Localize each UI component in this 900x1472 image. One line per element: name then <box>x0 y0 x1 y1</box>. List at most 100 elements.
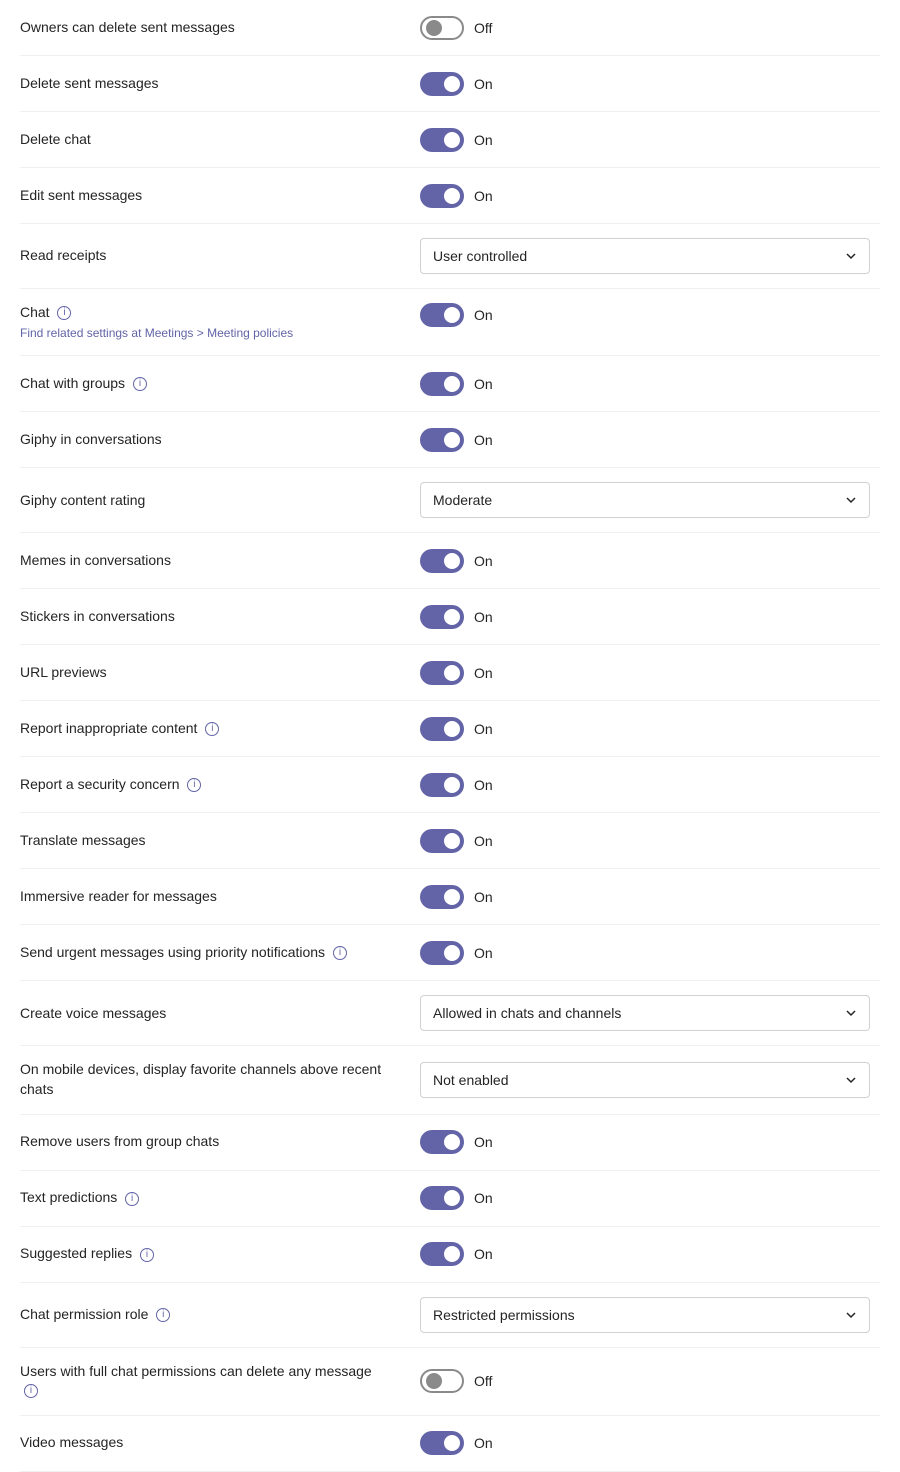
setting-label-chat-groups: Chat with groups i <box>20 374 390 394</box>
setting-control-report-inappropriate: On <box>420 717 880 741</box>
setting-label-delete-sent: Delete sent messages <box>20 74 390 94</box>
setting-control-stickers: On <box>420 605 880 629</box>
setting-control-mobile-favorite-channels: Not enabledEnabled <box>420 1062 880 1098</box>
toggle-state-chat: On <box>474 307 493 323</box>
toggle-owners-delete[interactable] <box>420 16 464 40</box>
setting-label-memes: Memes in conversations <box>20 551 390 571</box>
setting-control-edit-sent: On <box>420 184 880 208</box>
setting-row-report-security: Report a security concern iOn <box>20 757 880 813</box>
setting-label-edit-sent: Edit sent messages <box>20 186 390 206</box>
info-icon-full-chat-delete[interactable]: i <box>24 1384 38 1398</box>
setting-label-owners-delete: Owners can delete sent messages <box>20 18 390 38</box>
toggle-text-predictions[interactable] <box>420 1186 464 1210</box>
toggle-translate-messages[interactable] <box>420 829 464 853</box>
setting-label-immersive-reader: Immersive reader for messages <box>20 887 390 907</box>
setting-label-chat-permission-role: Chat permission role i <box>20 1305 390 1325</box>
toggle-video-messages[interactable] <box>420 1431 464 1455</box>
setting-control-create-voice: Allowed in chats and channelsNot allowed… <box>420 995 880 1031</box>
setting-label-delete-chat: Delete chat <box>20 130 390 150</box>
toggle-giphy-conversations[interactable] <box>420 428 464 452</box>
toggle-full-chat-delete[interactable] <box>420 1369 464 1393</box>
dropdown-read-receipts[interactable]: User controlledOnOff <box>420 238 870 274</box>
toggle-report-inappropriate[interactable] <box>420 717 464 741</box>
setting-control-chat-permission-role: Restricted permissionsFull permissionsLi… <box>420 1297 880 1333</box>
info-icon-chat-groups[interactable]: i <box>133 377 147 391</box>
setting-row-chat: Chat iFind related settings at Meetings … <box>20 289 880 356</box>
setting-label-urgent-messages: Send urgent messages using priority noti… <box>20 943 390 963</box>
toggle-state-remove-users: On <box>474 1134 493 1150</box>
toggle-immersive-reader[interactable] <box>420 885 464 909</box>
toggle-state-translate-messages: On <box>474 833 493 849</box>
setting-control-giphy-conversations: On <box>420 428 880 452</box>
toggle-chat-groups[interactable] <box>420 372 464 396</box>
setting-label-mobile-favorite-channels: On mobile devices, display favorite chan… <box>20 1060 390 1099</box>
toggle-url-previews[interactable] <box>420 661 464 685</box>
toggle-delete-chat[interactable] <box>420 128 464 152</box>
settings-container: Owners can delete sent messages Off Delete… <box>0 0 900 1472</box>
setting-control-report-security: On <box>420 773 880 797</box>
setting-control-chat: On <box>420 303 880 327</box>
info-icon-text-predictions[interactable]: i <box>125 1192 139 1206</box>
toggle-state-owners-delete: Off <box>474 20 492 36</box>
setting-label-url-previews: URL previews <box>20 663 390 683</box>
toggle-state-memes: On <box>474 553 493 569</box>
toggle-delete-sent[interactable] <box>420 72 464 96</box>
info-icon-chat-permission-role[interactable]: i <box>156 1308 170 1322</box>
toggle-state-report-inappropriate: On <box>474 721 493 737</box>
setting-label-stickers: Stickers in conversations <box>20 607 390 627</box>
toggle-state-delete-sent: On <box>474 76 493 92</box>
setting-row-owners-delete: Owners can delete sent messages Off <box>20 0 880 56</box>
setting-row-text-predictions: Text predictions i On <box>20 1171 880 1227</box>
setting-row-edit-sent: Edit sent messages On <box>20 168 880 224</box>
setting-control-immersive-reader: On <box>420 885 880 909</box>
toggle-state-report-security: On <box>474 777 493 793</box>
setting-control-translate-messages: On <box>420 829 880 853</box>
setting-label-create-voice: Create voice messages <box>20 1004 390 1024</box>
setting-label-text-predictions: Text predictions i <box>20 1188 390 1208</box>
setting-control-owners-delete: Off <box>420 16 880 40</box>
setting-row-url-previews: URL previewsOn <box>20 645 880 701</box>
setting-label-read-receipts: Read receipts <box>20 246 390 266</box>
info-icon-suggested-replies[interactable]: i <box>140 1248 154 1262</box>
setting-row-mobile-favorite-channels: On mobile devices, display favorite chan… <box>20 1046 880 1114</box>
dropdown-mobile-favorite-channels[interactable]: Not enabledEnabled <box>420 1062 870 1098</box>
setting-label-report-inappropriate: Report inappropriate content i <box>20 719 390 739</box>
setting-row-translate-messages: Translate messagesOn <box>20 813 880 869</box>
toggle-stickers[interactable] <box>420 605 464 629</box>
info-icon-report-security[interactable]: i <box>187 778 201 792</box>
toggle-edit-sent[interactable] <box>420 184 464 208</box>
setting-row-report-inappropriate: Report inappropriate content i On <box>20 701 880 757</box>
setting-label-remove-users: Remove users from group chats <box>20 1132 390 1152</box>
setting-control-read-receipts: User controlledOnOff <box>420 238 880 274</box>
info-icon-urgent-messages[interactable]: i <box>333 946 347 960</box>
info-icon-report-inappropriate[interactable]: i <box>205 722 219 736</box>
setting-control-chat-groups: On <box>420 372 880 396</box>
toggle-urgent-messages[interactable] <box>420 941 464 965</box>
toggle-memes[interactable] <box>420 549 464 573</box>
dropdown-create-voice[interactable]: Allowed in chats and channelsNot allowed… <box>420 995 870 1031</box>
setting-control-text-predictions: On <box>420 1186 880 1210</box>
setting-row-suggested-replies: Suggested replies iOn <box>20 1227 880 1283</box>
toggle-suggested-replies[interactable] <box>420 1242 464 1266</box>
setting-control-giphy-rating: ModerateStrictAllow all content <box>420 482 880 518</box>
toggle-remove-users[interactable] <box>420 1130 464 1154</box>
toggle-state-suggested-replies: On <box>474 1246 493 1262</box>
toggle-chat[interactable] <box>420 303 464 327</box>
setting-row-memes: Memes in conversations On <box>20 533 880 589</box>
setting-control-urgent-messages: On <box>420 941 880 965</box>
setting-label-giphy-conversations: Giphy in conversations <box>20 430 390 450</box>
toggle-report-security[interactable] <box>420 773 464 797</box>
dropdown-giphy-rating[interactable]: ModerateStrictAllow all content <box>420 482 870 518</box>
setting-label-chat: Chat iFind related settings at Meetings … <box>20 303 390 341</box>
dropdown-chat-permission-role[interactable]: Restricted permissionsFull permissionsLi… <box>420 1297 870 1333</box>
setting-sublabel-chat: Find related settings at Meetings > Meet… <box>20 325 390 342</box>
info-icon-chat[interactable]: i <box>57 306 71 320</box>
toggle-state-chat-groups: On <box>474 376 493 392</box>
setting-row-create-voice: Create voice messages Allowed in chats an… <box>20 981 880 1046</box>
setting-row-stickers: Stickers in conversations On <box>20 589 880 645</box>
toggle-state-stickers: On <box>474 609 493 625</box>
setting-row-chat-permission-role: Chat permission role i Restricted permiss… <box>20 1283 880 1348</box>
setting-control-delete-chat: On <box>420 128 880 152</box>
toggle-state-video-messages: On <box>474 1435 493 1451</box>
toggle-state-urgent-messages: On <box>474 945 493 961</box>
